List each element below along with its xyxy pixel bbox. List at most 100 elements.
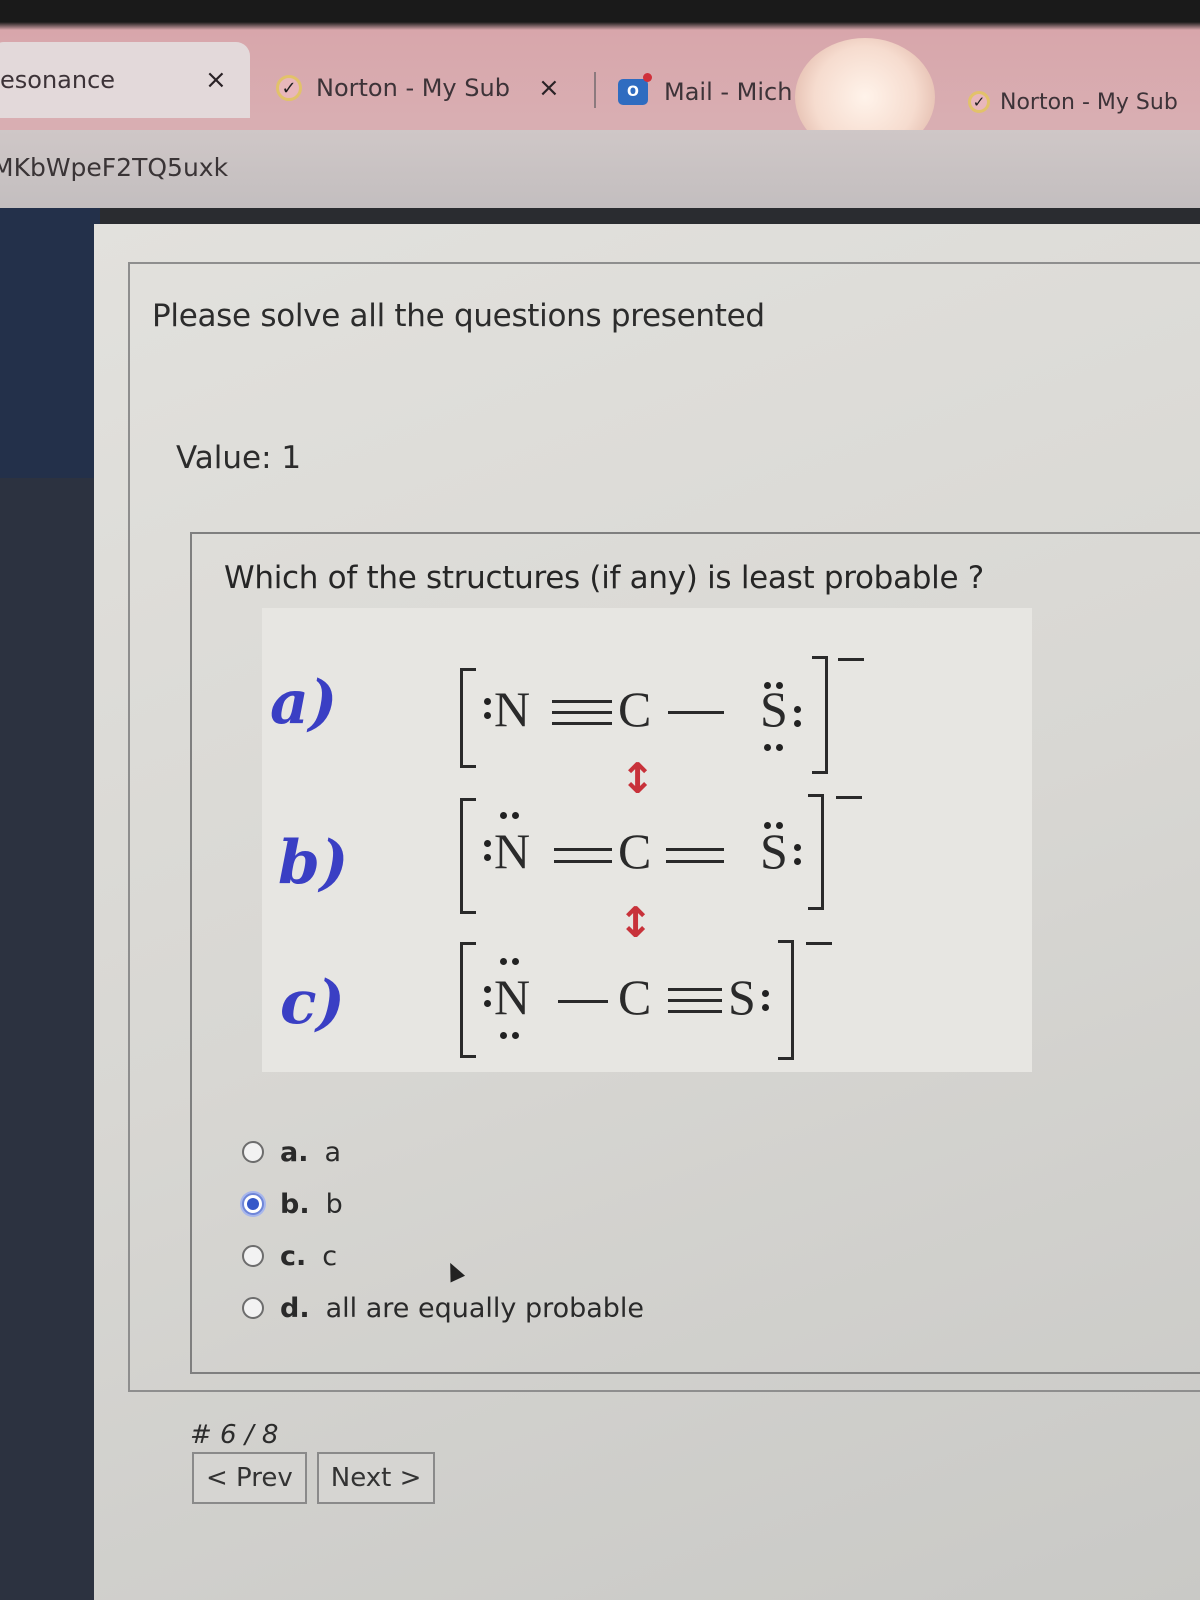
bond-line <box>668 1010 722 1013</box>
lone-pair-dot <box>794 858 801 865</box>
structure-label-c: c) <box>280 968 345 1038</box>
lone-pair-dot <box>484 698 491 705</box>
outlook-mail-icon: O <box>618 73 652 105</box>
norton-check-icon: ✓ <box>276 75 302 101</box>
norton-check-icon: ✓ <box>968 91 990 113</box>
quiz-page: Please solve all the questions presented… <box>94 224 1200 1600</box>
tab-label: Norton - My Sub <box>316 74 510 102</box>
bond-line <box>668 988 722 991</box>
lone-pair-dot <box>794 844 801 851</box>
option-d[interactable]: d. all are equally probable <box>242 1282 644 1334</box>
resonance-structures-figure: a) b) c) N C S ↕ N C S ↕ N C S <box>262 608 1032 1072</box>
browser-tabstrip: esonance × ✓ Norton - My Sub × O Mail - … <box>0 0 1200 156</box>
option-letter: a. <box>280 1136 309 1168</box>
option-a[interactable]: a. a <box>242 1126 644 1178</box>
question-text: Which of the structures (if any) is leas… <box>224 560 984 596</box>
lone-pair-dot <box>794 706 801 713</box>
right-bracket <box>812 656 828 774</box>
browser-tab-mail[interactable]: O Mail - Mich <box>618 54 818 130</box>
option-b[interactable]: b. b <box>242 1178 644 1230</box>
left-sidebar-header <box>0 208 100 478</box>
bond-line <box>558 1000 608 1003</box>
radio-button-selected[interactable] <box>242 1193 264 1215</box>
lone-pair-dot <box>512 1032 519 1039</box>
lone-pair-dot <box>512 812 519 819</box>
atom-n: N <box>494 823 531 879</box>
option-c[interactable]: c. c <box>242 1230 644 1282</box>
bond-line <box>666 848 724 851</box>
option-letter: b. <box>280 1188 310 1220</box>
instructions-text: Please solve all the questions presented <box>152 298 765 334</box>
negative-charge <box>838 658 864 661</box>
negative-charge <box>836 796 862 799</box>
tab-separator <box>594 72 596 108</box>
atom-n: N <box>494 969 531 1025</box>
lone-pair-dot <box>484 1000 491 1007</box>
option-text: c <box>322 1240 338 1272</box>
close-icon[interactable]: × <box>538 73 560 103</box>
radio-button[interactable] <box>242 1297 264 1319</box>
radio-button[interactable] <box>242 1141 264 1163</box>
option-letter: c. <box>280 1240 307 1272</box>
lone-pair-dot <box>500 958 507 965</box>
lone-pair-dot <box>764 744 771 751</box>
tab-label: esonance <box>0 66 116 94</box>
left-bracket <box>460 668 476 768</box>
lone-pair-dot <box>762 1004 769 1011</box>
negative-charge <box>806 942 832 945</box>
bond-line <box>668 711 724 714</box>
resonance-arrow: ↕ <box>618 898 654 947</box>
lone-pair-dot <box>484 840 491 847</box>
right-bracket <box>808 794 824 910</box>
left-bracket <box>460 942 476 1058</box>
left-bracket <box>460 798 476 914</box>
atom-s: S <box>760 823 788 879</box>
browser-tab-norton-2[interactable]: ✓ Norton - My Sub <box>968 64 1200 140</box>
atom-c: C <box>618 969 652 1025</box>
bond-line <box>552 722 612 725</box>
answer-options: a. a b. b c. c d. all are equally probab… <box>242 1126 644 1334</box>
lone-pair-dot <box>500 1032 507 1039</box>
bond-line <box>554 860 612 863</box>
prev-button[interactable]: < Prev <box>192 1452 307 1504</box>
pagination: < Prev Next > <box>192 1452 436 1504</box>
question-value: Value: 1 <box>176 440 302 476</box>
tab-label: Norton - My Sub <box>1000 89 1178 115</box>
question-box: Which of the structures (if any) is leas… <box>190 532 1200 1374</box>
bond-line <box>668 999 722 1002</box>
bond-line <box>552 700 612 703</box>
lone-pair-dot <box>762 990 769 997</box>
bond-line <box>666 860 724 863</box>
resonance-arrow: ↕ <box>620 754 656 803</box>
lone-pair-dot <box>500 812 507 819</box>
lone-pair-dot <box>484 986 491 993</box>
next-button[interactable]: Next > <box>316 1452 436 1504</box>
structure-label-b: b) <box>278 828 349 898</box>
structure-label-a: a) <box>270 668 338 738</box>
option-letter: d. <box>280 1292 310 1324</box>
address-bar[interactable]: MKbWpeF2TQ5uxk <box>0 130 1200 208</box>
bond-line <box>552 711 612 714</box>
address-text: MKbWpeF2TQ5uxk <box>0 152 229 182</box>
lone-pair-dot <box>484 712 491 719</box>
option-text: a <box>324 1136 342 1168</box>
right-bracket <box>778 940 794 1060</box>
atom-s: S <box>728 969 756 1025</box>
atom-c: C <box>618 681 652 737</box>
lone-pair-dot <box>776 744 783 751</box>
option-text: b <box>325 1188 343 1220</box>
option-text: all are equally probable <box>325 1292 645 1324</box>
tab-label: Mail - Mich <box>664 78 793 106</box>
browser-tab-norton[interactable]: ✓ Norton - My Sub × <box>276 50 586 126</box>
lone-pair-dot <box>794 720 801 727</box>
radio-button[interactable] <box>242 1245 264 1267</box>
browser-tab-resonance[interactable]: esonance × <box>0 42 250 118</box>
quiz-container: Please solve all the questions presented… <box>128 262 1200 1392</box>
question-counter: # 6 / 8 <box>190 1420 279 1450</box>
atom-c: C <box>618 823 652 879</box>
lone-pair-dot <box>512 958 519 965</box>
lone-pair-dot <box>484 854 491 861</box>
close-icon[interactable]: × <box>205 65 227 95</box>
bond-line <box>554 848 612 851</box>
atom-n: N <box>494 681 531 737</box>
